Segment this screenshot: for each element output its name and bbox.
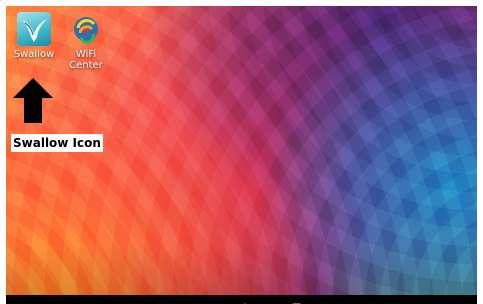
swallow-app-label: Swallow (13, 49, 55, 60)
wifi-center-app-label-line1: WiFi (75, 49, 97, 60)
wifi-center-app-label-line2: Center (69, 60, 103, 71)
swallow-app-shortcut[interactable]: Swallow (9, 12, 59, 60)
wifi-center-app-shortcut[interactable]: WiFi Center (61, 12, 111, 71)
back-icon[interactable] (189, 296, 203, 304)
home-screen: Swallow WiFi Center Swallow Icon (6, 6, 477, 304)
home-icon[interactable] (238, 296, 252, 304)
navigation-bar (6, 295, 477, 304)
up-arrow-icon (13, 78, 53, 123)
wifi-center-icon (69, 12, 103, 46)
recent-apps-icon[interactable] (288, 296, 302, 304)
menu-icon[interactable] (468, 296, 474, 304)
swallow-icon (17, 12, 51, 46)
swallow-icon-callout: Swallow Icon (11, 134, 103, 152)
